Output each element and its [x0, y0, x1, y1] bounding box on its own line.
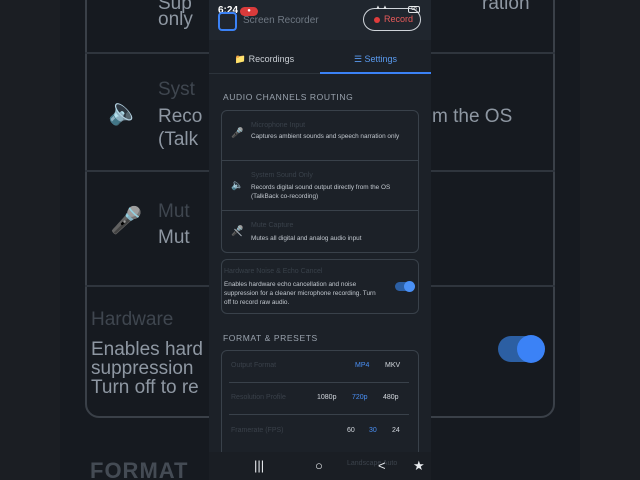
app-title: Screen Recorder — [243, 15, 319, 26]
recents-icon[interactable]: ||| — [254, 458, 264, 474]
background-text: Reco — [158, 106, 203, 127]
home-icon[interactable]: ○ — [315, 458, 323, 474]
audio-option-title: Mute Capture — [251, 222, 294, 229]
sliders-icon: ☰ — [353, 54, 363, 64]
background-text: Mut — [158, 227, 190, 248]
echo-cancel-toggle-knob[interactable] — [404, 281, 415, 292]
back-icon[interactable]: < — [378, 458, 386, 474]
format-row-label: Output Format — [231, 362, 277, 369]
tab-bar: 📁 Recordings ☰ Settings — [209, 45, 431, 74]
mic-icon: 🎤 — [231, 128, 244, 139]
record-dot-icon — [374, 17, 380, 23]
speaker-icon: 🔈 — [108, 96, 141, 126]
audio-option-desc: Captures ambient sounds and speech narra… — [251, 133, 400, 140]
background-text-faint: Syst — [158, 79, 195, 100]
tab-recordings[interactable]: 📁 Recordings — [209, 45, 320, 74]
audio-option-desc: Mutes all digital and analog audio input — [251, 235, 362, 242]
audio-option-title: System Sound Only — [251, 172, 313, 179]
background-text: ration — [482, 0, 530, 14]
format-row-label: Resolution Profile — [231, 394, 286, 401]
audio-section-title: AUDIO CHANNELS ROUTING — [223, 92, 354, 102]
option-60fps[interactable]: 60 — [347, 427, 355, 434]
divider — [222, 210, 418, 211]
tab-settings[interactable]: ☰ Settings — [320, 45, 431, 74]
option-480p[interactable]: 480p — [383, 394, 399, 401]
option-30fps[interactable]: 30 — [369, 427, 377, 434]
audio-option-desc: Records digital sound output directly fr… — [251, 184, 391, 200]
folder-icon: 📁 — [234, 54, 247, 64]
tab-recordings-label: Recordings — [248, 54, 295, 64]
battery-icon: 68 — [408, 6, 420, 13]
background-text: only — [158, 9, 193, 30]
tab-settings-label: Settings — [364, 54, 398, 64]
status-bar: 6:24 ● Screen Recorder Record ▲▲ 68 — [209, 0, 431, 40]
divider — [229, 382, 409, 383]
format-section-title: FORMAT & PRESETS — [223, 333, 318, 343]
option-24fps[interactable]: 24 — [392, 427, 400, 434]
background-text: m the OS — [432, 106, 513, 127]
option-mkv[interactable]: MKV — [385, 362, 400, 369]
audio-option-title: Microphone Input — [251, 122, 306, 129]
echo-cancel-title: Hardware Noise & Echo Cancel — [224, 268, 323, 275]
phone-screen: 6:24 ● Screen Recorder Record ▲▲ 68 📁 Re… — [209, 0, 431, 480]
app-logo-icon — [218, 12, 237, 31]
orientation-hint: Landscape Auto — [347, 460, 398, 467]
option-720p[interactable]: 720p — [352, 394, 368, 401]
option-1080p[interactable]: 1080p — [317, 394, 336, 401]
background-text: (Talk — [158, 129, 199, 150]
background-text-faint: Mut — [158, 201, 190, 222]
format-row-label: Framerate (FPS) — [231, 427, 284, 434]
system-nav-bar: Landscape Auto ||| ○ < ★ — [209, 452, 431, 480]
speaker-icon: 🔈 — [231, 180, 244, 191]
record-label: Record — [384, 14, 414, 24]
background-text-faint: Hardware — [91, 309, 174, 330]
tab-active-indicator — [320, 72, 431, 74]
background-text: Turn off to re — [91, 377, 199, 398]
echo-cancel-desc: Enables hardware echo cancellation and n… — [224, 281, 376, 306]
divider — [229, 414, 409, 415]
background-toggle-knob — [517, 335, 545, 363]
accessibility-icon[interactable]: ★ — [413, 458, 425, 474]
background-section-title: FORMAT — [90, 458, 189, 480]
signal-wifi-icon: ▲▲ — [375, 5, 389, 11]
mic-off-icon: 🎤 — [110, 205, 143, 235]
divider — [222, 160, 418, 161]
option-mp4[interactable]: MP4 — [355, 362, 369, 369]
